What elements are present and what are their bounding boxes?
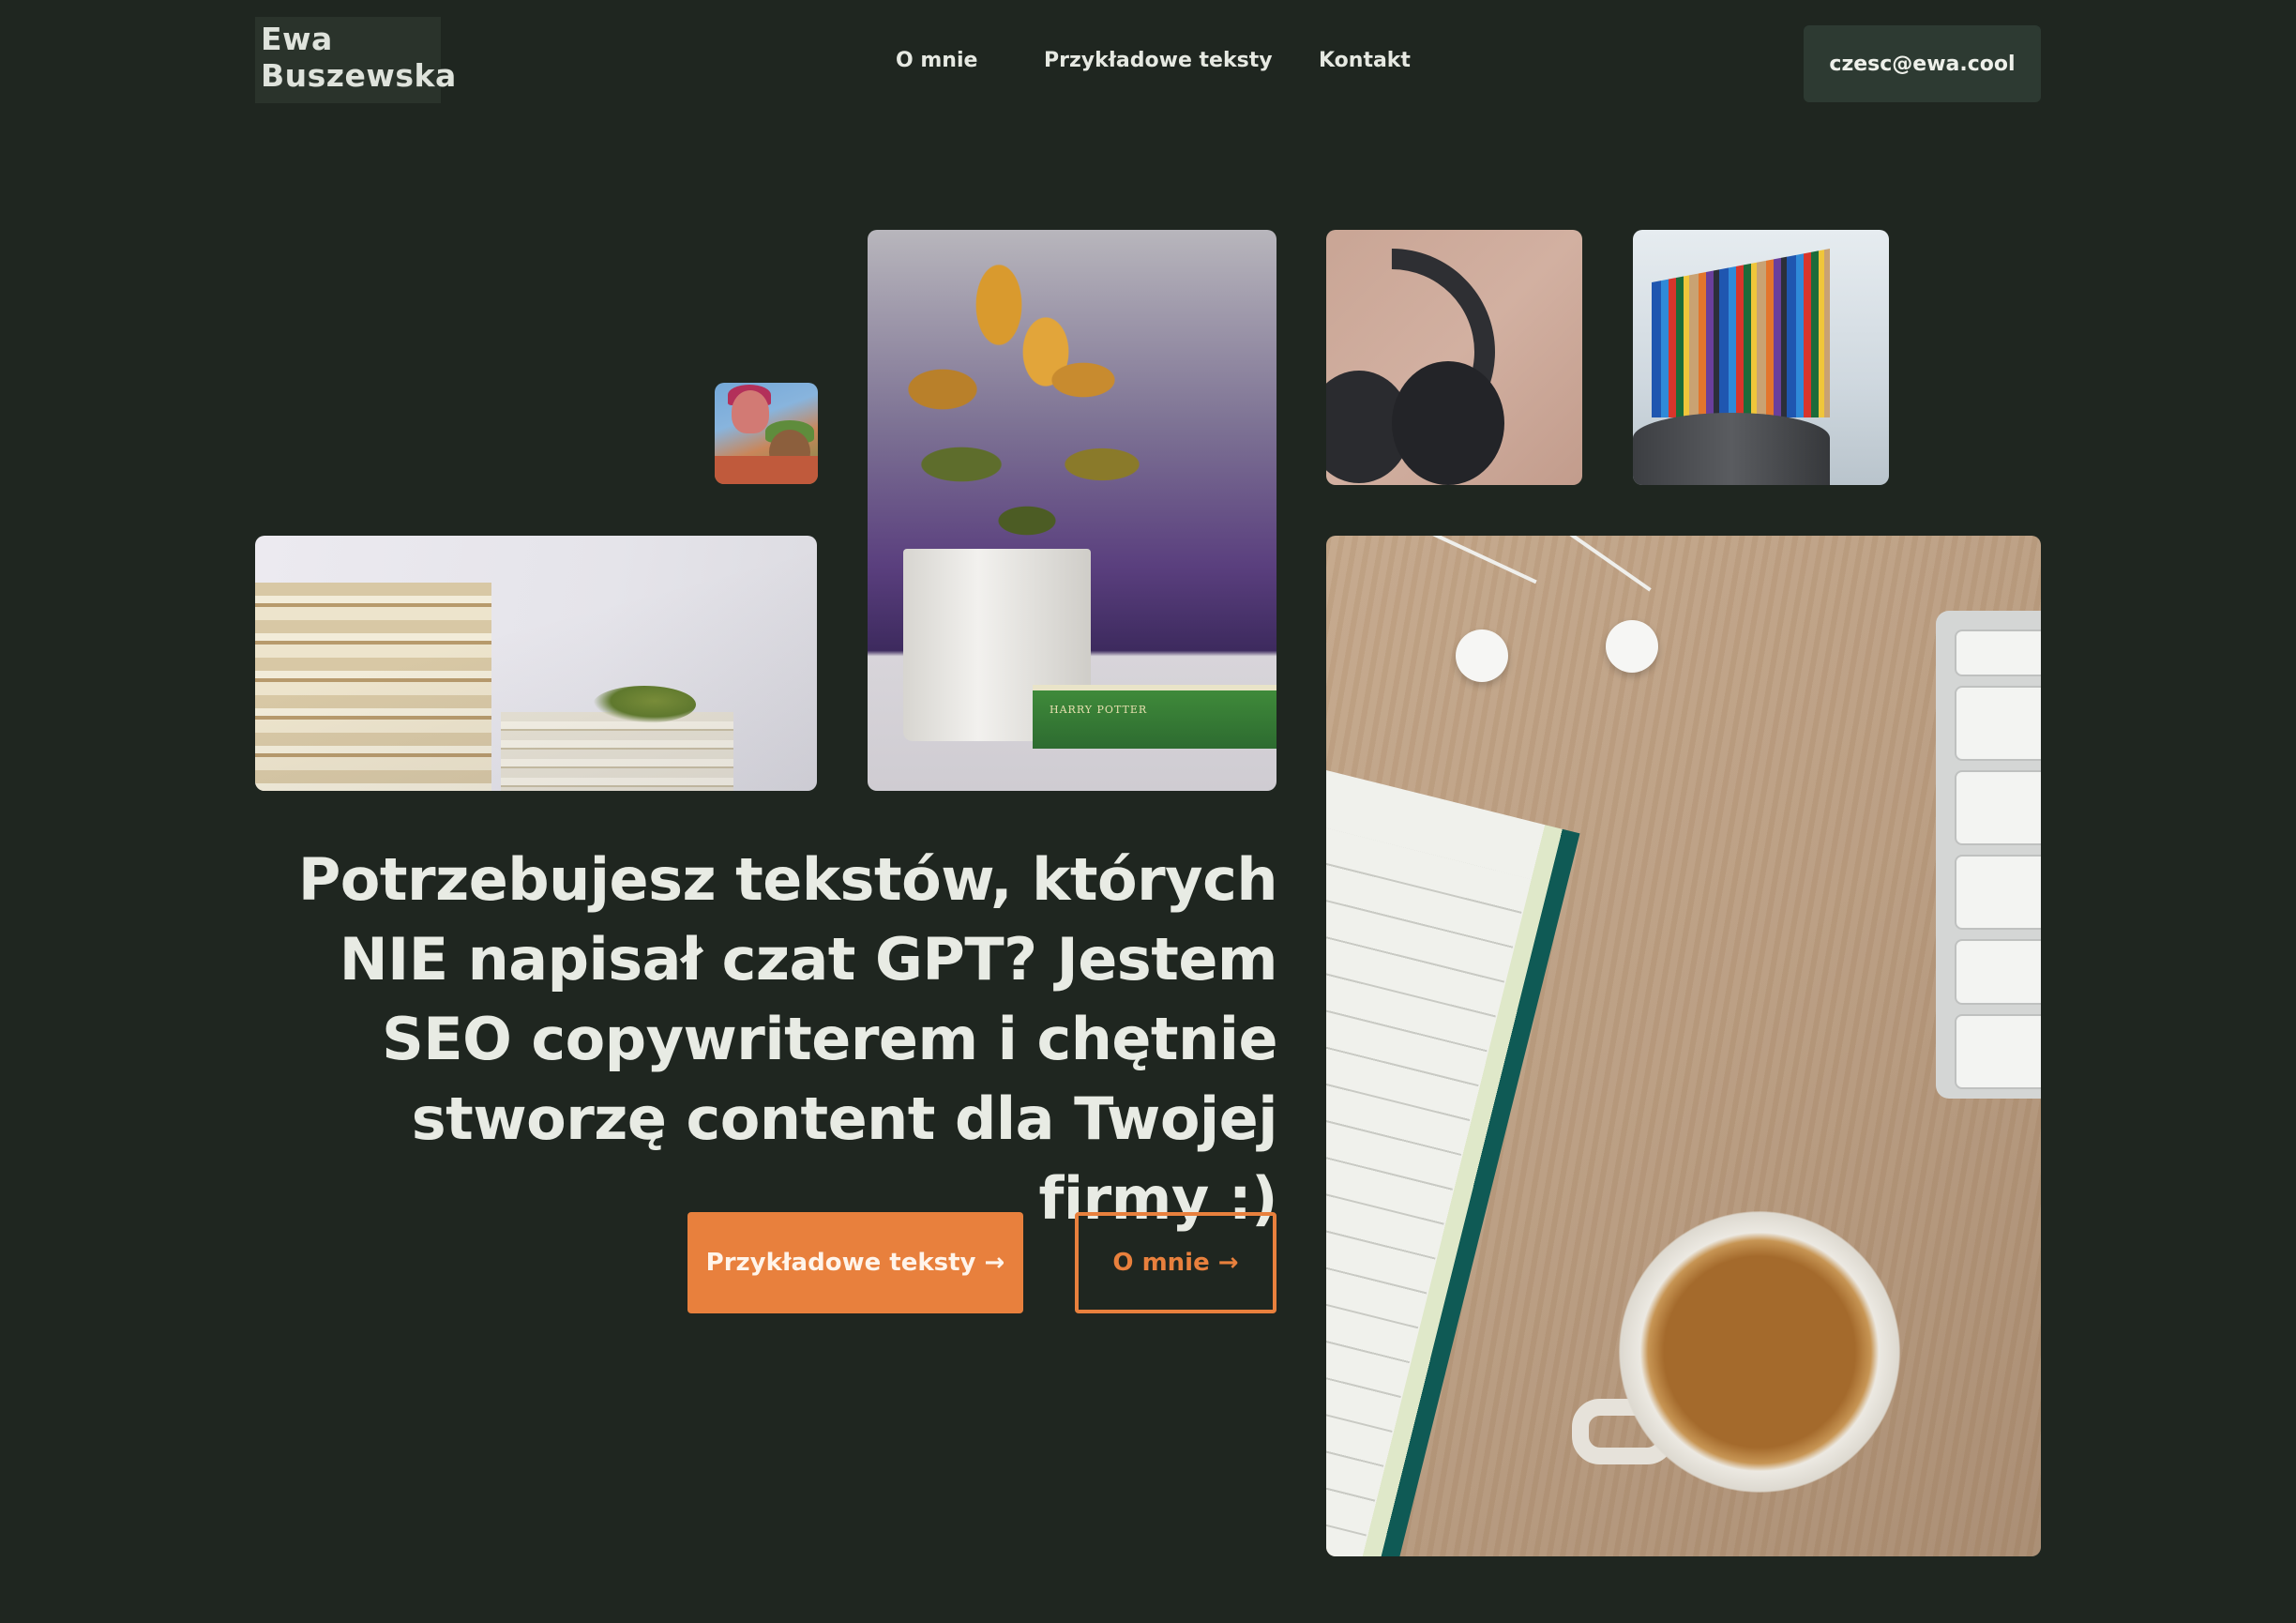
- books-stack-photo: [255, 536, 817, 791]
- hero-headline: Potrzebujesz tekstów, których NIE napisa…: [255, 840, 1278, 1238]
- about-me-button[interactable]: O mnie →: [1075, 1212, 1276, 1313]
- email-button[interactable]: czesc@ewa.cool: [1804, 25, 2041, 102]
- sample-texts-button[interactable]: Przykładowe teksty →: [687, 1212, 1023, 1313]
- page: Ewa Buszewska O mnie Przykładowe teksty …: [0, 0, 2296, 1623]
- sims-game-photo: [715, 383, 818, 484]
- site-logo[interactable]: Ewa Buszewska: [255, 17, 457, 103]
- nav-link-sample-texts[interactable]: Przykładowe teksty: [1044, 49, 1273, 72]
- headphones-photo: [1326, 230, 1582, 485]
- hero-headline-line: Potrzebujesz tekstów, których: [297, 845, 1278, 914]
- logo-first-name: Ewa: [261, 21, 333, 57]
- logo-last-name: Buszewska: [261, 57, 457, 94]
- nav-link-about[interactable]: O mnie: [896, 49, 977, 72]
- colored-pencils-photo: [1633, 230, 1889, 485]
- croton-plant-photo: HARRY POTTER: [868, 230, 1276, 791]
- hero-headline-line: SEO copywriterem i chętnie: [382, 1005, 1277, 1073]
- hero-headline-line: NIE napisał czat GPT? Jestem: [339, 925, 1278, 994]
- nav-link-contact[interactable]: Kontakt: [1319, 49, 1411, 72]
- book-spine-text: HARRY POTTER: [1050, 704, 1148, 716]
- desk-coffee-notebook-photo: [1326, 536, 2041, 1556]
